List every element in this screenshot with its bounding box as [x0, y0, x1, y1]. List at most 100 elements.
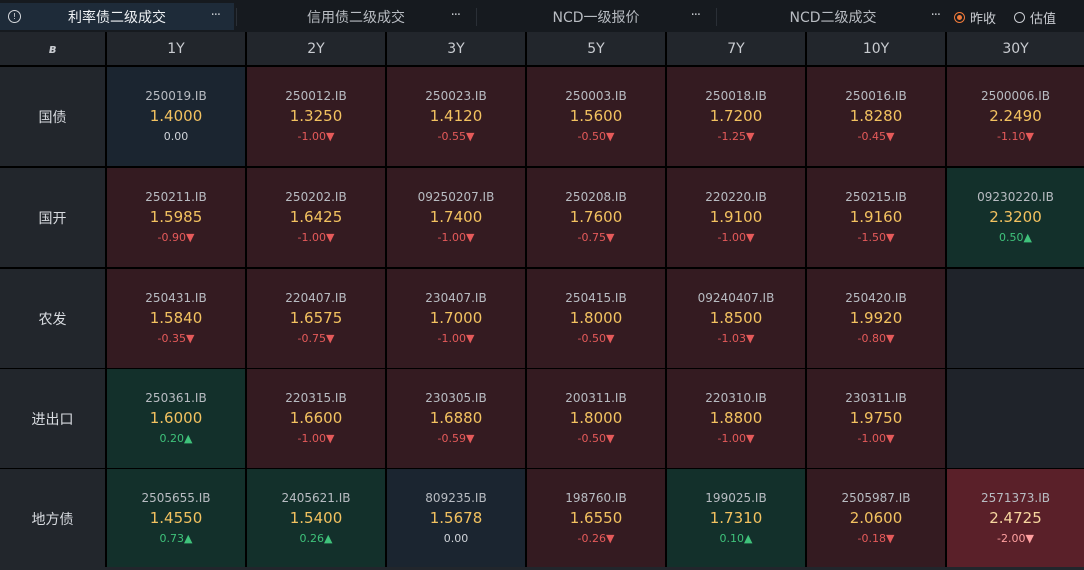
row-label: 进出口: [0, 369, 105, 468]
yield-change: -1.00▼: [297, 130, 335, 143]
yield-change: -1.00▼: [297, 432, 335, 445]
yield-change: 0.00: [443, 532, 469, 545]
more-options-icon[interactable]: ···: [931, 8, 941, 23]
quote-cell[interactable]: 250023.IB 1.4120 -0.55▼: [387, 67, 525, 166]
tab-label: NCD二级成交: [789, 9, 877, 26]
column-header-1y: 1Y: [107, 32, 245, 65]
bond-code: 09230220.IB: [977, 190, 1054, 204]
quote-cell[interactable]: 09250207.IB 1.7400 -1.00▼: [387, 168, 525, 267]
quote-cell[interactable]: 09240407.IB 1.8500 -1.03▼: [667, 269, 805, 368]
quote-cell[interactable]: 250215.IB 1.9160 -1.50▼: [807, 168, 945, 267]
yield-value: 1.5400: [289, 509, 343, 527]
quote-cell[interactable]: 250019.IB 1.4000 0.00: [107, 67, 245, 166]
column-header-10y: 10Y: [807, 32, 945, 65]
bond-code: 250420.IB: [845, 291, 907, 305]
quote-cell[interactable]: 250211.IB 1.5985 -0.90▼: [107, 168, 245, 267]
quote-cell[interactable]: 250202.IB 1.6425 -1.00▼: [247, 168, 385, 267]
tab-divider: [476, 8, 477, 26]
bond-code: 2505655.IB: [141, 491, 211, 505]
quote-cell[interactable]: 250415.IB 1.8000 -0.50▼: [527, 269, 665, 368]
yield-change: -1.03▼: [717, 332, 755, 345]
bond-code: 199025.IB: [705, 491, 767, 505]
quote-cell[interactable]: 2405621.IB 1.5400 0.26▲: [247, 469, 385, 568]
yield-value: 1.5600: [569, 107, 623, 125]
info-icon[interactable]: !: [8, 10, 21, 23]
radio-selected-icon: [954, 12, 965, 23]
bond-code: 198760.IB: [565, 491, 627, 505]
bond-code: 809235.IB: [425, 491, 487, 505]
quote-cell[interactable]: 250431.IB 1.5840 -0.35▼: [107, 269, 245, 368]
quote-cell[interactable]: 2571373.IB 2.4725 -2.00▼: [947, 469, 1084, 568]
yield-change: -0.35▼: [157, 332, 195, 345]
more-options-icon[interactable]: ···: [451, 8, 461, 23]
yield-change: -0.50▼: [577, 332, 615, 345]
quote-cell[interactable]: 250361.IB 1.6000 0.20▲: [107, 369, 245, 468]
tab-ncd-secondary[interactable]: NCD二级成交 ···: [718, 3, 948, 30]
bond-code: 200311.IB: [565, 391, 627, 405]
quote-cell[interactable]: 250018.IB 1.7200 -1.25▼: [667, 67, 805, 166]
tab-ncd-primary-quote[interactable]: NCD一级报价 ···: [478, 3, 714, 30]
empty-quote-cell: [947, 269, 1084, 368]
yield-value: 1.4550: [149, 509, 203, 527]
yield-value: 1.6425: [289, 208, 343, 226]
yield-change: -1.00▼: [437, 231, 475, 244]
yield-value: 1.9920: [849, 309, 903, 327]
tab-label: 利率债二级成交: [68, 9, 166, 26]
yield-change: -2.00▼: [997, 532, 1034, 545]
radio-label: 估值: [1030, 12, 1057, 27]
quote-cell[interactable]: 250016.IB 1.8280 -0.45▼: [807, 67, 945, 166]
quote-cell[interactable]: 220315.IB 1.6600 -1.00▼: [247, 369, 385, 468]
yield-change: 0.73▲: [159, 532, 193, 545]
quote-cell[interactable]: 2500006.IB 2.2490 -1.10▼: [947, 67, 1084, 166]
yield-value: 1.6575: [289, 309, 343, 327]
bond-code: 2405621.IB: [281, 491, 351, 505]
tab-label: 信用债二级成交: [307, 9, 405, 26]
radio-valuation[interactable]: 估值: [1014, 8, 1056, 27]
bond-code: 250023.IB: [425, 89, 487, 103]
bond-code: 220315.IB: [285, 391, 347, 405]
more-options-icon[interactable]: ···: [691, 8, 701, 23]
bond-code: 2500006.IB: [980, 89, 1051, 103]
yield-change: -0.45▼: [857, 130, 895, 143]
tab-divider: [716, 8, 717, 26]
quote-cell[interactable]: 199025.IB 1.7310 0.10▲: [667, 469, 805, 568]
quote-cell[interactable]: 2505987.IB 2.0600 -0.18▼: [807, 469, 945, 568]
quote-cell[interactable]: 230305.IB 1.6880 -0.59▼: [387, 369, 525, 468]
quote-cell[interactable]: 250208.IB 1.7600 -0.75▼: [527, 168, 665, 267]
quote-cell[interactable]: 230407.IB 1.7000 -1.00▼: [387, 269, 525, 368]
radio-prev-close[interactable]: 昨收: [954, 8, 996, 27]
row-label: 国开: [0, 168, 105, 267]
bond-code: 2571373.IB: [980, 491, 1051, 505]
yield-change: -1.00▼: [437, 332, 475, 345]
bond-code: 250415.IB: [565, 291, 627, 305]
quote-cell[interactable]: 220407.IB 1.6575 -0.75▼: [247, 269, 385, 368]
yield-value: 2.3200: [989, 208, 1042, 226]
tab-rate-bond-secondary[interactable]: ! 利率债二级成交 ···: [0, 3, 234, 30]
yield-value: 1.8500: [709, 309, 763, 327]
quote-cell[interactable]: 220310.IB 1.8800 -1.00▼: [667, 369, 805, 468]
corner-header: ʙ: [0, 32, 105, 65]
quote-cell[interactable]: 230311.IB 1.9750 -1.00▼: [807, 369, 945, 468]
yield-value: 2.0600: [849, 509, 903, 527]
yield-value: 1.9160: [849, 208, 903, 226]
yield-change: -0.75▼: [577, 231, 615, 244]
quote-cell[interactable]: 200311.IB 1.8000 -0.50▼: [527, 369, 665, 468]
yield-value: 1.6600: [289, 409, 343, 427]
yield-change: -1.10▼: [997, 130, 1034, 143]
quote-cell[interactable]: 250420.IB 1.9920 -0.80▼: [807, 269, 945, 368]
quote-cell[interactable]: 220220.IB 1.9100 -1.00▼: [667, 168, 805, 267]
more-options-icon[interactable]: ···: [211, 8, 221, 23]
logo-icon: ʙ: [48, 41, 57, 56]
quote-cell[interactable]: 250003.IB 1.5600 -0.50▼: [527, 67, 665, 166]
tab-credit-bond-secondary[interactable]: 信用债二级成交 ···: [238, 3, 474, 30]
yield-change: 0.26▲: [299, 532, 333, 545]
quote-cell[interactable]: 2505655.IB 1.4550 0.73▲: [107, 469, 245, 568]
yield-value: 1.4120: [429, 107, 483, 125]
column-header-30y: 30Y: [947, 32, 1084, 65]
yield-change: -0.75▼: [297, 332, 335, 345]
quote-cell[interactable]: 250012.IB 1.3250 -1.00▼: [247, 67, 385, 166]
yield-value: 2.2490: [989, 107, 1042, 125]
quote-cell[interactable]: 198760.IB 1.6550 -0.26▼: [527, 469, 665, 568]
quote-cell[interactable]: 09230220.IB 2.3200 0.50▲: [947, 168, 1084, 267]
quote-cell[interactable]: 809235.IB 1.5678 0.00: [387, 469, 525, 568]
